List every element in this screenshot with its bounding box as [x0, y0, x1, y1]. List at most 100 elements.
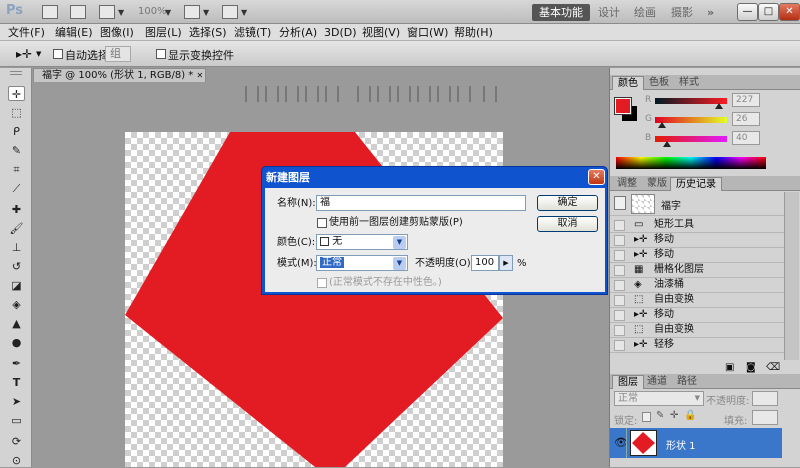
zoom-level[interactable]: 100% [138, 6, 167, 17]
tab-adjustments[interactable]: 调整 [612, 177, 642, 191]
tab-layers[interactable]: 图层 [612, 375, 644, 389]
history-brush-source-box[interactable] [614, 310, 625, 321]
close-icon[interactable]: ✕ [196, 71, 203, 80]
history-brush-source-box[interactable] [614, 325, 625, 336]
workspace-photo[interactable]: 摄影 [664, 4, 700, 21]
history-step[interactable]: ◈ 油漆桶 [610, 278, 784, 293]
marquee-tool-icon[interactable]: ⬚ [8, 105, 25, 120]
menu-image[interactable]: 图像(I) [100, 26, 134, 39]
tab-swatches[interactable]: 色板 [644, 76, 674, 90]
3d-orbit-tool-icon[interactable]: ⊙ [8, 453, 25, 468]
history-scrollbar[interactable] [784, 192, 799, 360]
menu-window[interactable]: 窗口(W) [407, 26, 448, 39]
lasso-tool-icon[interactable]: ᑭ [8, 124, 25, 139]
crop-tool-icon[interactable]: ⌗ [8, 162, 25, 177]
history-brush-source-box[interactable] [614, 235, 625, 246]
foreground-color-swatch[interactable] [614, 97, 632, 115]
view-extras-icon[interactable] [99, 5, 115, 19]
align-hcenter-icon[interactable] [325, 86, 339, 102]
history-step[interactable]: ▸✛ 移动 [610, 233, 784, 248]
history-brush-source-box[interactable] [614, 280, 625, 291]
pen-tool-icon[interactable]: ✒ [8, 356, 25, 371]
shape-tool-icon[interactable]: ▭ [8, 413, 25, 428]
auto-select-dropdown[interactable]: 组 [105, 46, 131, 62]
history-step[interactable]: ▸✛ 移动 [610, 308, 784, 323]
auto-select-checkbox[interactable] [53, 49, 63, 59]
paint-bucket-tool-icon[interactable]: ◈ [8, 297, 25, 312]
brush-tool-icon[interactable]: 🖌 [8, 221, 25, 236]
fill-field[interactable] [752, 410, 778, 425]
move-tool-icon[interactable]: ✛ [8, 86, 25, 101]
opacity-slider-toggle[interactable]: ▶ [499, 255, 513, 271]
history-brush-source-box[interactable] [614, 250, 625, 261]
mini-bridge-icon[interactable] [70, 5, 86, 19]
tab-masks[interactable]: 蒙版 [642, 177, 672, 191]
tab-color[interactable]: 颜色 [612, 76, 644, 90]
new-snapshot-icon[interactable]: ◙ [746, 362, 756, 373]
lock-transparent-icon[interactable] [642, 412, 651, 422]
history-brush-source-box[interactable] [614, 265, 625, 276]
menu-filter[interactable]: 滤镜(T) [234, 26, 271, 39]
blur-tool-icon[interactable]: ▲ [8, 316, 25, 331]
chevron-down-icon[interactable]: ▼ [241, 8, 247, 17]
history-brush-source-box[interactable] [614, 295, 625, 306]
history-step[interactable]: ▸✛ 移动 [610, 248, 784, 263]
clone-stamp-tool-icon[interactable]: ⊥ [8, 240, 25, 255]
align-left-icon[interactable] [305, 86, 319, 102]
channel-slider-handle[interactable] [663, 141, 671, 147]
minimize-button[interactable]: — [737, 3, 758, 21]
menu-select[interactable]: 选择(S) [189, 26, 227, 39]
bridge-icon[interactable] [42, 5, 58, 19]
channel-value-input[interactable]: 26 [732, 112, 760, 126]
opacity-input[interactable]: 100 [471, 255, 499, 271]
restore-button[interactable]: □ [758, 3, 779, 21]
menu-file[interactable]: 文件(F) [8, 26, 45, 39]
menu-layer[interactable]: 图层(L) [145, 26, 182, 39]
history-snapshot[interactable]: 福字 [610, 192, 784, 216]
move-tool-icon[interactable]: ▸✛ [16, 47, 32, 61]
clip-mask-checkbox[interactable] [317, 218, 327, 228]
lock-position-icon[interactable]: ✛ [670, 410, 678, 421]
screen-mode-icon[interactable] [222, 5, 238, 19]
eyedropper-tool-icon[interactable]: ⟋ [8, 181, 25, 196]
history-step[interactable]: ▭ 矩形工具 [610, 218, 784, 233]
channel-value-input[interactable]: 40 [732, 131, 760, 145]
distribute-left-icon[interactable] [417, 86, 431, 102]
name-input[interactable]: 福 [316, 195, 526, 211]
new-document-from-state-icon[interactable]: ▣ [725, 362, 734, 373]
tab-paths[interactable]: 路径 [672, 375, 702, 389]
history-step[interactable]: ⬚ 自由变换 [610, 323, 784, 338]
align-vcenter-icon[interactable] [265, 86, 279, 102]
path-select-tool-icon[interactable]: ➤ [8, 394, 25, 409]
blend-mode-select[interactable]: 正常 ▼ [614, 391, 704, 406]
healing-brush-tool-icon[interactable]: ✚ [8, 202, 25, 217]
lock-pixels-icon[interactable]: ✎ [656, 410, 664, 421]
layer-row[interactable]: 👁 形状 1 [610, 428, 782, 458]
chevron-down-icon[interactable]: ▼ [118, 8, 124, 17]
menu-view[interactable]: 视图(V) [362, 26, 400, 39]
cancel-button[interactable]: 取消 [537, 216, 598, 232]
quick-select-tool-icon[interactable]: ✎ [8, 143, 25, 158]
auto-align-icon[interactable] [483, 86, 497, 102]
color-select[interactable]: 无 ▼ [316, 234, 408, 250]
history-brush-tool-icon[interactable]: ↺ [8, 259, 25, 274]
align-bottom-icon[interactable] [285, 86, 299, 102]
channel-slider-handle[interactable] [715, 103, 723, 109]
history-step[interactable]: ⬚ 自由变换 [610, 293, 784, 308]
workspace-paint[interactable]: 绘画 [627, 4, 663, 21]
workspace-basic[interactable]: 基本功能 [532, 4, 590, 21]
workspace-design[interactable]: 设计 [591, 4, 627, 21]
chevron-down-icon[interactable]: ▼ [203, 8, 209, 17]
mode-select[interactable]: 正常 ▼ [316, 255, 408, 271]
distribute-bottom-icon[interactable] [397, 86, 411, 102]
layers-opacity-field[interactable] [752, 391, 778, 406]
ok-button[interactable]: 确定 [537, 195, 598, 211]
chevron-down-icon[interactable]: ▼ [165, 8, 171, 17]
history-brush-source-box[interactable] [614, 220, 625, 231]
tab-styles[interactable]: 样式 [674, 76, 704, 90]
menu-edit[interactable]: 编辑(E) [55, 26, 93, 39]
dodge-tool-icon[interactable]: ● [8, 335, 25, 350]
arrange-documents-icon[interactable] [184, 5, 200, 19]
distribute-hcenter-icon[interactable] [437, 86, 451, 102]
channel-value-input[interactable]: 227 [732, 93, 760, 107]
